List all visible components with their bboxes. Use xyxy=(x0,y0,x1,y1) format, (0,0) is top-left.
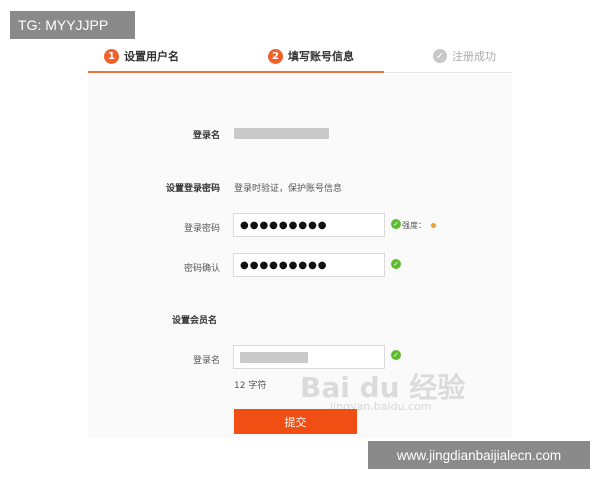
check-icon: ✓ xyxy=(433,49,447,63)
step-progress-line xyxy=(88,71,384,73)
step-1: 1 设置用户名 xyxy=(104,48,179,64)
password-section-title: 设置登录密码 xyxy=(165,184,220,194)
username-label: 登录名 xyxy=(192,356,220,366)
login-name-label: 登录名 xyxy=(192,131,220,141)
confirm-ok-icon: ✓ xyxy=(391,259,401,269)
step-1-number: 1 xyxy=(104,48,119,64)
watermark-top-left: TG: MYYJJPP xyxy=(10,11,135,39)
confirm-password-field[interactable]: ●●●●●●●●● xyxy=(233,253,385,277)
username-char-hint: 12 字符 xyxy=(234,381,267,391)
password-strength: 强度： xyxy=(402,220,436,231)
step-2-number: 2 xyxy=(268,48,283,64)
password-hint: 登录时验证，保护账号信息 xyxy=(234,184,343,194)
strength-label: 强度： xyxy=(402,221,426,230)
step-2-label: 填写账号信息 xyxy=(288,50,354,63)
password-label: 登录密码 xyxy=(183,224,220,234)
password-ok-icon: ✓ xyxy=(391,219,401,229)
step-1-label: 设置用户名 xyxy=(124,50,179,63)
step-3-label: 注册成功 xyxy=(452,50,496,63)
login-name-value-blurred xyxy=(234,128,329,139)
username-value-blurred xyxy=(240,351,308,363)
confirm-password-label: 密码确认 xyxy=(183,264,220,274)
submit-button[interactable]: 提交 xyxy=(234,409,357,434)
strength-indicator-icon xyxy=(431,223,436,228)
member-section-title: 设置会员名 xyxy=(172,316,218,326)
watermark-bottom-right: www.jingdianbaijialecn.com xyxy=(368,441,590,469)
step-2: 2 填写账号信息 xyxy=(268,48,354,64)
password-field[interactable]: ●●●●●●●●● xyxy=(233,213,385,237)
username-ok-icon: ✓ xyxy=(391,350,401,360)
step-3: ✓ 注册成功 xyxy=(433,48,496,64)
